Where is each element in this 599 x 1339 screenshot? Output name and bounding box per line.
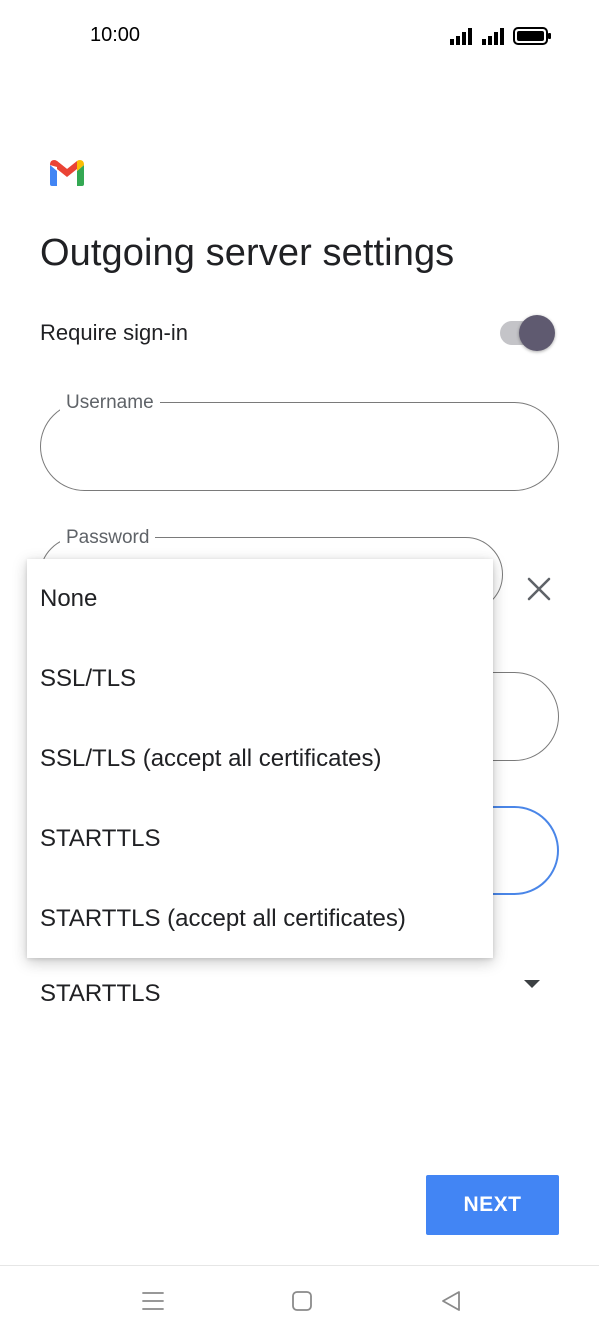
next-button[interactable]: NEXT bbox=[426, 1175, 559, 1235]
status-icons bbox=[450, 27, 551, 45]
gmail-logo-icon bbox=[50, 160, 84, 186]
status-time: 10:00 bbox=[90, 24, 141, 46]
close-icon[interactable] bbox=[524, 574, 554, 604]
battery-icon bbox=[513, 27, 551, 45]
username-label: Username bbox=[60, 392, 160, 414]
signal-icon bbox=[450, 28, 472, 45]
menu-item-ssl-tls[interactable]: SSL/TLS bbox=[27, 639, 493, 719]
home-icon[interactable] bbox=[291, 1290, 313, 1312]
back-icon[interactable] bbox=[440, 1290, 462, 1312]
dropdown-arrow-icon[interactable] bbox=[524, 980, 540, 988]
toggle-thumb[interactable] bbox=[519, 315, 555, 351]
menu-icon[interactable] bbox=[141, 1290, 165, 1312]
signal-icon bbox=[482, 28, 504, 45]
menu-item-starttls[interactable]: STARTTLS bbox=[27, 799, 493, 879]
menu-item-starttls-accept-all[interactable]: STARTTLS (accept all certificates) bbox=[27, 879, 493, 959]
require-signin-label: Require sign-in bbox=[40, 320, 188, 345]
menu-item-none[interactable]: None bbox=[27, 559, 493, 639]
menu-item-ssl-tls-accept-all[interactable]: SSL/TLS (accept all certificates) bbox=[27, 719, 493, 799]
security-type-menu: None SSL/TLS SSL/TLS (accept all certifi… bbox=[27, 559, 493, 958]
page-title: Outgoing server settings bbox=[40, 232, 455, 274]
password-label: Password bbox=[60, 527, 156, 549]
security-type-value[interactable]: STARTTLS bbox=[40, 980, 160, 1008]
username-field[interactable] bbox=[40, 402, 559, 491]
